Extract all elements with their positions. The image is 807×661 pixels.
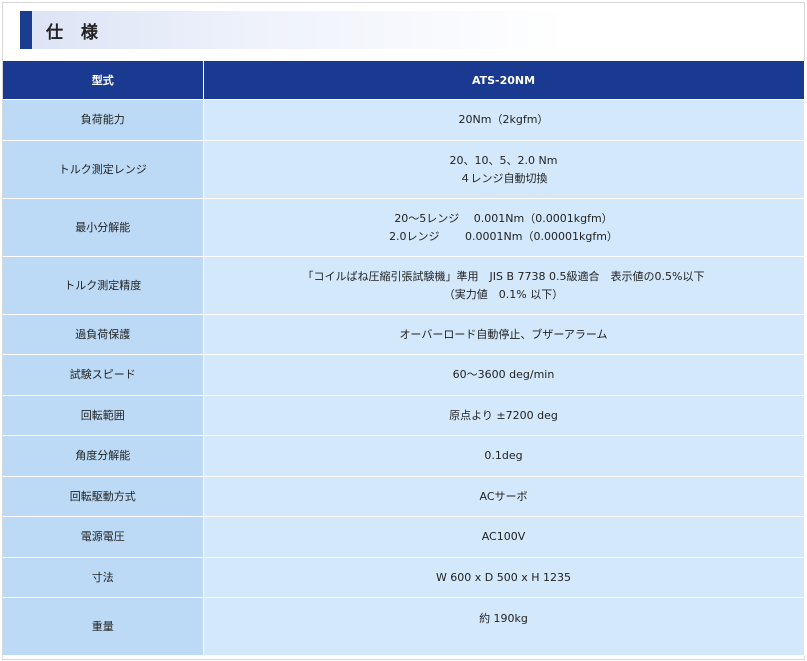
row-label: 回転範囲 xyxy=(3,395,204,436)
spec-table-header-row: 型式 ATS-20NM xyxy=(3,61,805,100)
row-value: 原点より ±7200 deg xyxy=(203,395,805,436)
row-label: 重量 xyxy=(3,597,204,656)
row-value: AC100V xyxy=(203,516,805,558)
table-row: 回転範囲 原点より ±7200 deg xyxy=(3,395,805,436)
row-value-line: ACサーボ xyxy=(479,489,528,503)
table-row: 回転駆動方式 ACサーボ xyxy=(3,476,805,517)
row-label: 試験スピード xyxy=(3,354,204,396)
row-label: トルク測定精度 xyxy=(3,256,204,315)
table-row: 角度分解能 0.1deg xyxy=(3,435,805,477)
header-model-label: 型式 xyxy=(3,61,204,100)
row-label: 負荷能力 xyxy=(3,99,204,141)
row-value-line: オーバーロード自動停止、ブザーアラーム xyxy=(399,327,608,341)
row-label: 過負荷保護 xyxy=(3,314,204,355)
row-value-line: 「コイルばね圧縮引張試験機」準用 JIS B 7738 0.5級適合 表示値の0… xyxy=(302,269,705,283)
header-accent-bar xyxy=(20,11,32,49)
row-value-line: 60～3600 deg/min xyxy=(452,368,555,381)
row-value-line: 20、10、5、2.0 Nm xyxy=(449,153,558,167)
row-value-line: 20～5レンジ 0.001Nm（0.0001kgfm） xyxy=(394,211,613,225)
row-label: 回転駆動方式 xyxy=(3,476,204,517)
row-value-line: AC100V xyxy=(481,530,526,543)
table-row: 負荷能力 20Nm（2kgfm） xyxy=(3,99,805,141)
table-row: 試験スピード 60～3600 deg/min xyxy=(3,354,805,396)
row-label: 角度分解能 xyxy=(3,435,204,477)
row-value-line: 0.1deg xyxy=(484,449,523,462)
row-value: オーバーロード自動停止、ブザーアラーム xyxy=(203,314,805,355)
row-value: 60～3600 deg/min xyxy=(203,354,805,396)
row-value-line: W 600 x D 500 x H 1235 xyxy=(435,570,572,584)
section-header: 仕 様 xyxy=(20,11,800,49)
row-value: 約 190kg xyxy=(203,597,805,656)
row-value: ACサーボ xyxy=(203,476,805,517)
table-row: トルク測定精度 「コイルばね圧縮引張試験機」準用 JIS B 7738 0.5級… xyxy=(3,256,805,315)
section-title: 仕 様 xyxy=(46,22,104,43)
table-row: 電源電圧 AC100V xyxy=(3,516,805,558)
table-row: 重量 約 190kg xyxy=(3,597,805,656)
row-label: 電源電圧 xyxy=(3,516,204,558)
row-value: 20～5レンジ 0.001Nm（0.0001kgfm） 2.0レンジ 0.000… xyxy=(203,198,805,257)
spec-table: 型式 ATS-20NM 負荷能力 20Nm（2kgfm） トルク測定レンジ 20… xyxy=(3,61,805,656)
table-row: 最小分解能 20～5レンジ 0.001Nm（0.0001kgfm） 2.0レンジ… xyxy=(3,198,805,257)
row-label: 最小分解能 xyxy=(3,198,204,257)
table-row: 過負荷保護 オーバーロード自動停止、ブザーアラーム xyxy=(3,314,805,355)
row-value: 20Nm（2kgfm） xyxy=(203,99,805,141)
table-row: 寸法 W 600 x D 500 x H 1235 xyxy=(3,557,805,598)
row-label: トルク測定レンジ xyxy=(3,140,204,199)
row-value-line: （実力値 0.1% 以下） xyxy=(443,287,564,301)
row-value: 「コイルばね圧縮引張試験機」準用 JIS B 7738 0.5級適合 表示値の0… xyxy=(203,256,805,315)
row-value: 0.1deg xyxy=(203,435,805,477)
row-value-line: 20Nm（2kgfm） xyxy=(458,113,549,126)
row-value-line: 約 190kg xyxy=(479,612,528,625)
header-model-value: ATS-20NM xyxy=(203,61,805,100)
row-value-line: 原点より ±7200 deg xyxy=(449,408,558,422)
row-value: W 600 x D 500 x H 1235 xyxy=(203,557,805,598)
row-label: 寸法 xyxy=(3,557,204,598)
table-row: トルク測定レンジ 20、10、5、2.0 Nm ４レンジ自動切換 xyxy=(3,140,805,199)
row-value-line: ４レンジ自動切換 xyxy=(459,171,548,185)
row-value: 20、10、5、2.0 Nm ４レンジ自動切換 xyxy=(203,140,805,199)
row-value-line: 2.0レンジ 0.0001Nm（0.00001kgfm） xyxy=(389,229,618,243)
